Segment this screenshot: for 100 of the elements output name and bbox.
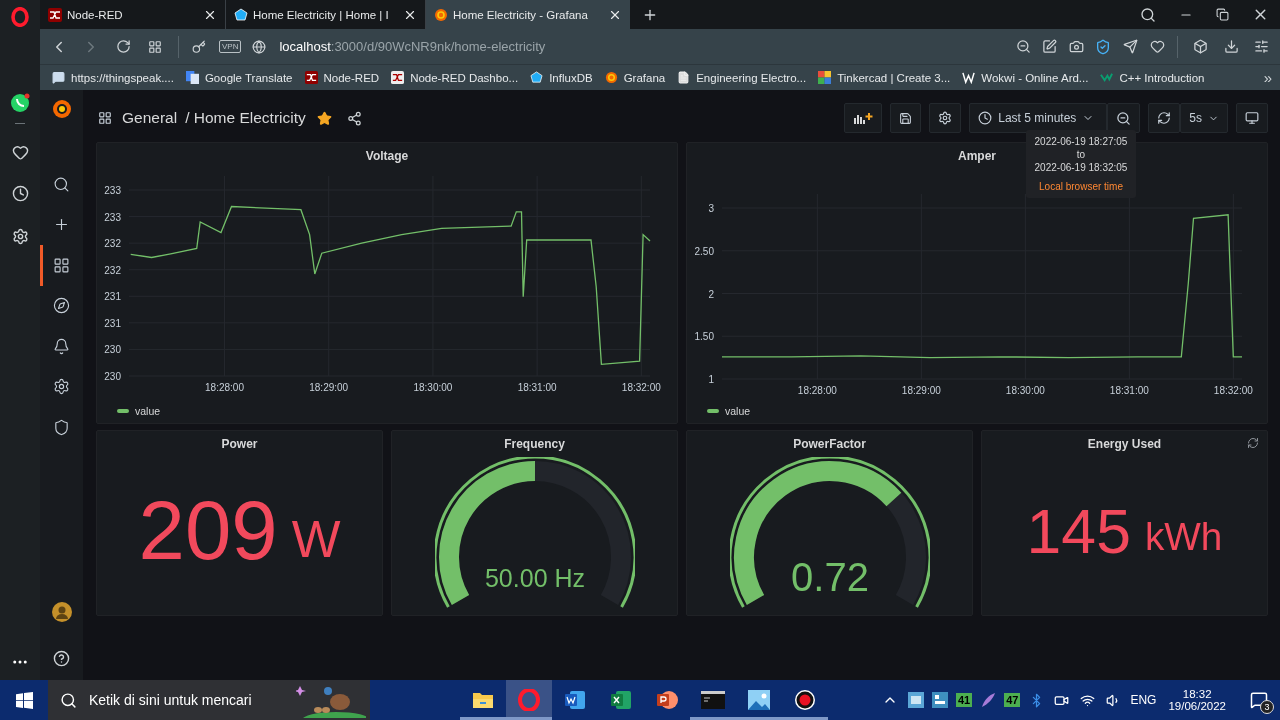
panel-title: Frequency [504, 437, 565, 451]
record-icon [794, 689, 816, 711]
axis-tick-label: 2 [708, 288, 714, 300]
excel-icon [610, 690, 632, 710]
dashboard-title: / Home Electricity [185, 109, 306, 127]
language-indicator[interactable]: ENG [1130, 693, 1157, 707]
stat-unit: kWh [1144, 514, 1223, 559]
loading-icon [1247, 437, 1259, 449]
bookmark[interactable]: Grafana [604, 71, 666, 84]
axis-tick-label: 1 [708, 374, 714, 385]
add-panel-button[interactable] [844, 103, 883, 133]
axis-tick-label: 18:30:00 [413, 382, 453, 393]
axis-tick-label: 18:29:00 [901, 385, 941, 396]
stat-value: 209 [138, 483, 278, 579]
stat-unit: W [291, 508, 341, 569]
gauge-value: 50.00 Hz [484, 563, 585, 592]
tv-mode-button[interactable] [1236, 103, 1268, 133]
tray-app-icon [907, 692, 924, 708]
notification-count: 3 [1260, 700, 1274, 714]
bookmark[interactable]: Tinkercad | Create 3... [818, 71, 951, 84]
dashboards-icon [53, 256, 70, 274]
breadcrumb-folder[interactable]: General [122, 109, 178, 127]
word-icon [564, 690, 586, 710]
axis-tick-label: 232 [104, 238, 121, 250]
notifications-button[interactable]: 3 [1244, 685, 1274, 715]
refresh-interval-picker[interactable]: 5s [1180, 103, 1228, 133]
tray-badge: 41 [955, 693, 973, 707]
legend-swatch [707, 409, 719, 413]
tray-app-icon [931, 692, 948, 708]
vpn-badge[interactable]: VPN [219, 40, 242, 53]
flow-icon [48, 7, 62, 22]
folder-icon [472, 691, 494, 709]
translate-icon [185, 71, 199, 84]
axis-tick-label: 18:32:00 [621, 382, 661, 393]
photos-icon [748, 690, 770, 710]
axis-tick-label: 18:32:00 [1213, 385, 1253, 396]
zoom-out-icon [1116, 110, 1132, 126]
panel-title: Power [221, 437, 258, 451]
refresh-button[interactable] [1148, 103, 1181, 133]
axis-tick-label: 233 [104, 211, 121, 223]
panel-title: Energy Used [1087, 437, 1162, 451]
axis-tick-label: 230 [104, 371, 121, 382]
taskbar-clock[interactable]: 18:32 19/06/2022 [1168, 688, 1226, 712]
legend-swatch [117, 409, 129, 413]
bookmark[interactable]: Node-RED Dashbo... [391, 71, 519, 84]
axis-tick-label: 18:31:00 [517, 382, 557, 393]
cube-icon [234, 7, 248, 22]
bookmark[interactable]: Engineering Electro... [677, 71, 807, 84]
document-icon [677, 71, 691, 84]
taskbar-search-field[interactable]: Ketik di sini untuk mencari [48, 680, 370, 720]
cube-icon [530, 71, 544, 84]
settings-button[interactable] [929, 103, 962, 133]
compass-icon [53, 297, 70, 315]
wokwi-logo-icon [962, 71, 976, 84]
refresh-icon [1157, 111, 1172, 125]
axis-tick-label: 231 [104, 317, 121, 329]
search-icon [60, 691, 77, 709]
axis-tick-label: 18:30:00 [1005, 385, 1045, 396]
legend-label[interactable]: value [135, 405, 161, 417]
bookmark[interactable]: InfluxDB [530, 71, 593, 84]
add-panel-icon [853, 111, 874, 125]
bookmark[interactable]: Wokwi - Online Ard... [962, 71, 1089, 84]
stat-value: 145 [1026, 495, 1131, 567]
terminal-icon [701, 691, 725, 709]
more-bookmarks-button[interactable]: » [1263, 69, 1272, 86]
panel-title: Amper [958, 149, 996, 163]
bell-icon [53, 337, 70, 355]
cpp-logo-icon [1100, 71, 1114, 84]
save-button[interactable] [890, 103, 922, 133]
bookmark[interactable]: Google Translate [185, 71, 293, 84]
time-range-picker[interactable]: Last 5 minutes [969, 103, 1108, 133]
axis-tick-label: 233 [104, 185, 121, 196]
avatar-icon [51, 602, 72, 622]
save-icon [899, 111, 913, 125]
axis-tick-label: 231 [104, 291, 121, 303]
shield-icon [53, 418, 70, 436]
feather-icon [980, 692, 997, 708]
gauge-value: 0.72 [790, 555, 869, 599]
clock-icon [978, 111, 993, 125]
panel-title: PowerFactor [793, 437, 866, 451]
settings-icon [938, 111, 953, 125]
axis-tick-label: 18:28:00 [205, 382, 244, 393]
legend-label[interactable]: value [725, 405, 751, 417]
settings-icon [53, 378, 70, 396]
swirl-logo-icon [434, 7, 448, 22]
windows-logo-icon [15, 691, 33, 709]
browser-tab[interactable]: Home Electricity - Grafana [426, 0, 630, 29]
swirl-logo-icon [604, 71, 618, 84]
bookmark[interactable]: https://thingspeak.... [52, 71, 174, 84]
comment-icon [52, 71, 65, 84]
bookmark[interactable]: C++ Introduction [1100, 71, 1205, 84]
bookmark[interactable]: Node-RED [304, 71, 380, 84]
axis-tick-label: 230 [104, 344, 121, 356]
notification-icon [1250, 691, 1268, 709]
grafana-logo-icon [50, 98, 73, 120]
axis-tick-label: 18:28:00 [797, 385, 837, 396]
search-icon [53, 175, 70, 193]
zoom-out-button[interactable] [1107, 103, 1141, 133]
powerpoint-icon [656, 689, 678, 711]
address-field[interactable]: localhost:3000/d/90WcNR9nk/home-electricity [279, 39, 546, 54]
